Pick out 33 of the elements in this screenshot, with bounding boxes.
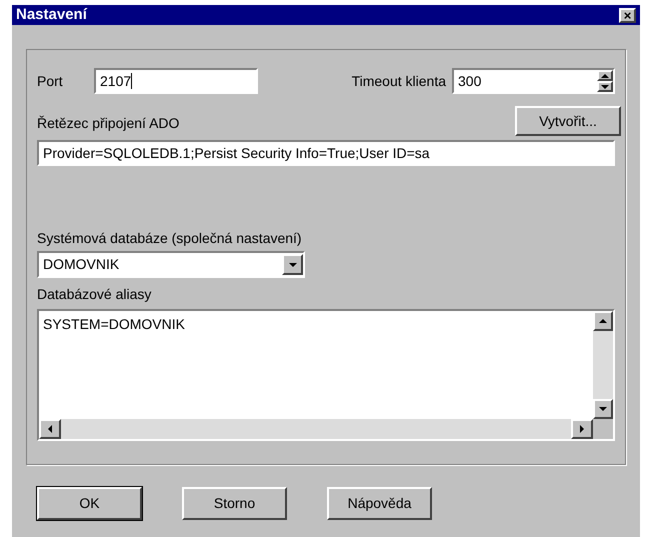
up-arrow-icon bbox=[598, 316, 608, 326]
scroll-button[interactable] bbox=[282, 254, 303, 275]
dialog-button[interactable]: Nápověda bbox=[327, 487, 432, 520]
aliases-label: Databázové aliasy bbox=[37, 285, 152, 304]
scrollbar-corner bbox=[593, 419, 613, 439]
scroll-button[interactable] bbox=[571, 419, 593, 439]
create-button[interactable]: Vytvořit... bbox=[515, 106, 621, 136]
close-button[interactable]: × bbox=[619, 8, 636, 22]
timeout-label: Timeout klienta bbox=[352, 72, 446, 90]
vertical-scrollbar[interactable] bbox=[593, 311, 613, 419]
system-db-dropdown[interactable]: DOMOVNIK bbox=[37, 251, 305, 278]
text-cursor bbox=[131, 73, 132, 89]
scroll-button[interactable] bbox=[39, 419, 61, 439]
scroll-button[interactable] bbox=[597, 81, 613, 92]
scroll-button[interactable] bbox=[597, 70, 613, 81]
connection-label: Řetězec připojení ADO bbox=[37, 114, 180, 133]
timeout-spin-field[interactable]: 300 bbox=[452, 68, 615, 94]
dropdown-value: DOMOVNIK bbox=[43, 255, 120, 274]
port-field[interactable]: 2107 bbox=[94, 68, 258, 94]
connection-field[interactable]: Provider=SQLOLEDB.1;Persist Security Info=True;User ID=sa bbox=[37, 140, 615, 166]
scroll-button[interactable] bbox=[593, 399, 613, 419]
timeout-value: 300 bbox=[458, 72, 482, 90]
window-title: Nastavení bbox=[16, 4, 87, 25]
down-arrow-icon bbox=[598, 404, 608, 414]
port-label: Port bbox=[37, 72, 64, 90]
right-arrow-icon bbox=[577, 424, 587, 434]
dialog-button[interactable]: Storno bbox=[182, 487, 287, 520]
aliases-textarea[interactable]: SYSTEM=DOMOVNIK bbox=[37, 309, 615, 441]
horizontal-scrollbar[interactable] bbox=[39, 419, 593, 439]
scroll-button[interactable] bbox=[593, 311, 613, 331]
dialog-button[interactable]: OK bbox=[37, 487, 142, 520]
system-db-label: Systémová databáze (společná nastavení) bbox=[37, 229, 303, 248]
aliases-text: SYSTEM=DOMOVNIK bbox=[42, 315, 186, 334]
